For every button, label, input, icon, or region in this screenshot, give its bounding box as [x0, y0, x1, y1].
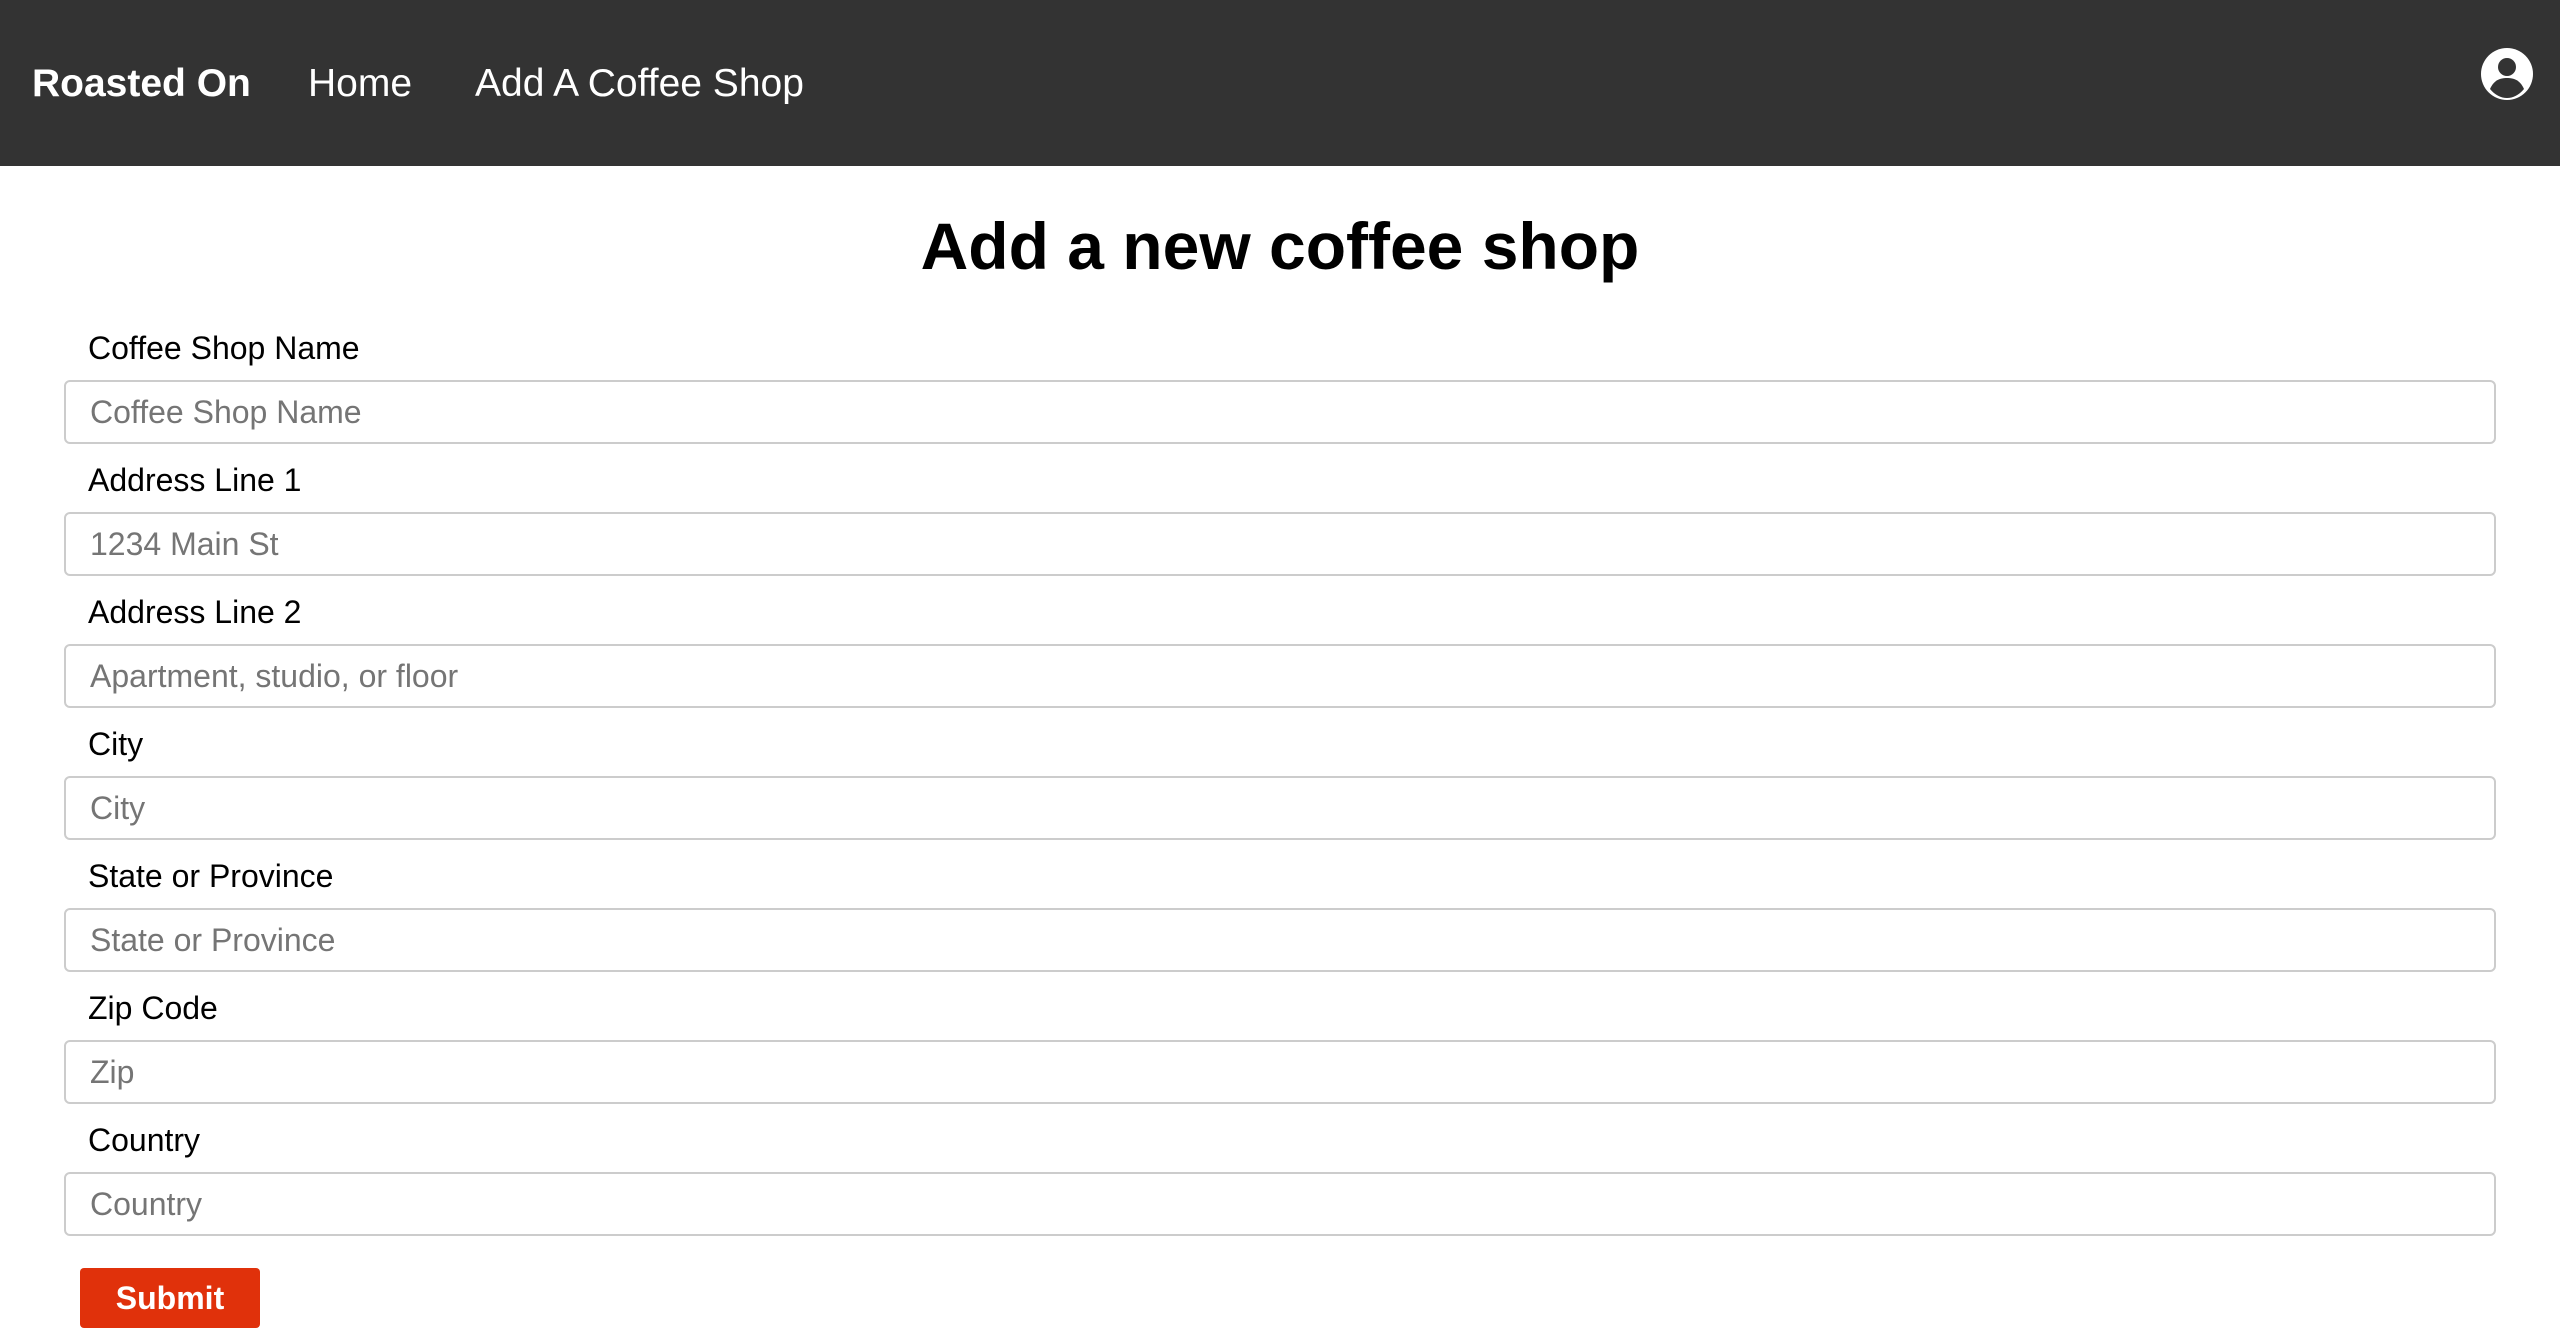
nav-link-add-coffee-shop[interactable]: Add A Coffee Shop	[475, 61, 804, 107]
account-circle-icon[interactable]	[2480, 47, 2534, 101]
country-label: Country	[88, 1122, 201, 1158]
address-line-2-input[interactable]	[64, 644, 2496, 708]
address-line-1-input[interactable]	[64, 512, 2496, 576]
city-label: City	[88, 726, 144, 762]
submit-button[interactable]: Submit	[80, 1268, 260, 1328]
country-input[interactable]	[64, 1172, 2496, 1236]
state-or-province-input[interactable]	[64, 908, 2496, 972]
address-line-1-label: Address Line 1	[88, 462, 302, 498]
coffee-shop-name-label: Coffee Shop Name	[88, 330, 360, 366]
zip-code-input[interactable]	[64, 1040, 2496, 1104]
city-input[interactable]	[64, 776, 2496, 840]
coffee-shop-name-input[interactable]	[64, 380, 2496, 444]
state-or-province-label: State or Province	[88, 858, 334, 894]
zip-code-label: Zip Code	[88, 990, 218, 1026]
top-navbar: Roasted On Home Add A Coffee Shop	[0, 0, 2560, 166]
page-title: Add a new coffee shop	[920, 209, 1640, 283]
nav-link-home[interactable]: Home	[308, 61, 412, 107]
account-circle-icon-graphic	[2481, 48, 2533, 100]
brand-logo-link[interactable]: Roasted On	[32, 61, 251, 107]
address-line-2-label: Address Line 2	[88, 594, 302, 630]
